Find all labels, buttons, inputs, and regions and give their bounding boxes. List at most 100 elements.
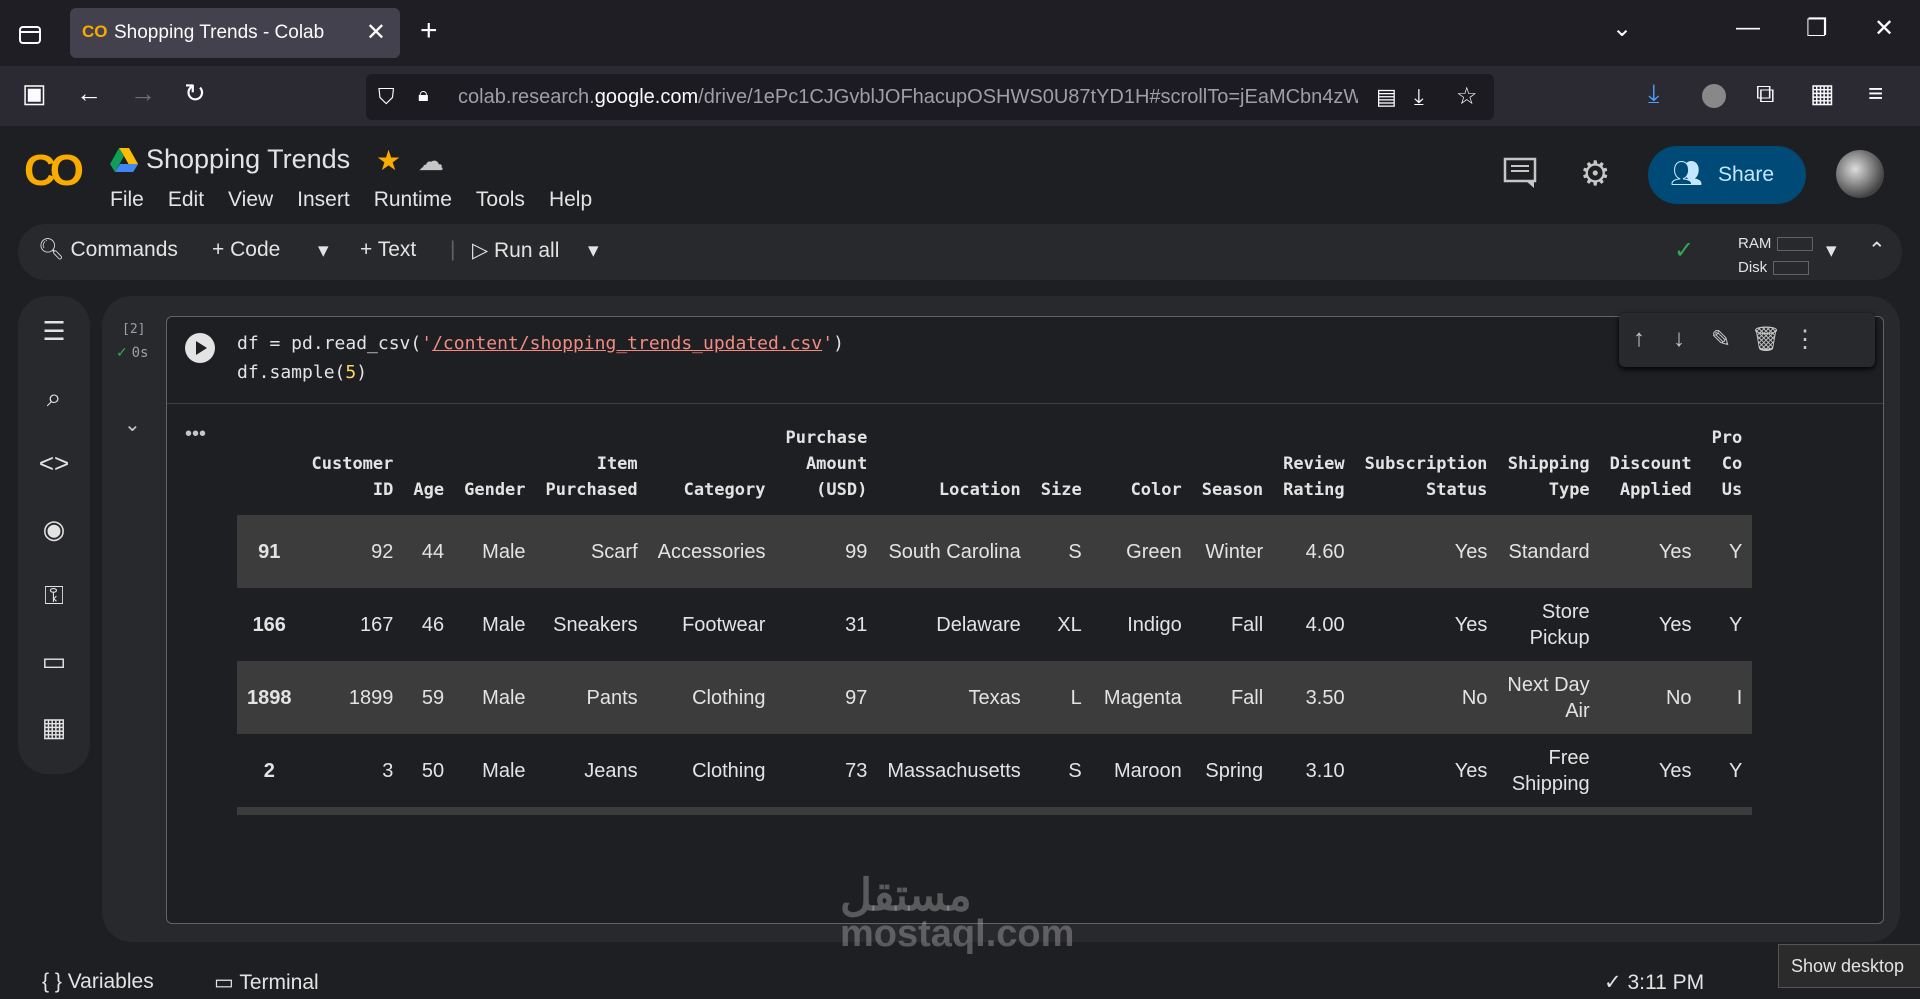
close-window-button[interactable]: ✕ [1874,14,1894,43]
table-cell: Y [1701,588,1753,661]
code-snippets-icon[interactable]: <> [36,448,72,484]
lock-icon[interactable]: 🔒︎ [418,84,429,107]
forward-icon[interactable]: → [130,78,156,109]
more-options-icon[interactable]: ⋮ [1793,325,1817,354]
run-all-dropdown-icon[interactable]: ▾ [588,238,599,263]
menu-help[interactable]: Help [549,188,592,212]
colab-header: CO Shopping Trends ★ ☁ File Edit View In… [0,126,1920,222]
left-sidebar: ☰ ⌕ <> ◉ ⚿ ▭ ▦ [18,296,90,774]
search-icon: 🔍︎ [38,238,65,261]
extensions-icon[interactable]: ⧉ [1756,78,1775,110]
table-cell: 59 [403,661,455,734]
edit-pencil-icon[interactable]: ✎ [1711,325,1731,354]
secrets-key-icon[interactable]: ⚿ [36,580,72,616]
menu-runtime[interactable]: Runtime [374,188,452,212]
table-cell: Clothing [647,734,776,807]
add-text-button[interactable]: + Text [360,238,416,262]
add-code-button[interactable]: + Code [212,238,280,262]
downloads-icon[interactable]: ⤓ [1648,78,1660,110]
account-icon[interactable] [1702,84,1726,108]
data-table-icon[interactable]: ▦ [36,712,72,748]
terminal-button[interactable]: ▭ Terminal [214,970,319,995]
csv-path-link[interactable]: /content/shopping_trends_updated.csv [432,333,822,354]
run-all-button[interactable]: ▷ Run all [472,238,559,263]
app-menu-icon[interactable]: ≡ [1868,78,1883,109]
run-cell-button[interactable] [185,333,215,363]
code-dropdown-icon[interactable]: ▾ [318,238,329,263]
move-up-icon[interactable]: ↑ [1633,325,1645,353]
url-text: colab.research.google.com/drive/1ePc1CJG… [458,86,1358,108]
menu-file[interactable]: File [110,188,144,212]
extension-icon[interactable]: ▦ [1810,78,1835,109]
code-editor[interactable]: df = pd.read_csv('/content/shopping_tren… [237,329,844,387]
menu-edit[interactable]: Edit [168,188,204,212]
variable-inspector-icon[interactable]: ◉ [36,514,72,550]
bookmark-star-icon[interactable]: ☆ [1456,82,1478,111]
menu-insert[interactable]: Insert [297,188,350,212]
browser-tab[interactable]: CO Shopping Trends - Colab ✕ [70,8,400,58]
files-folder-icon[interactable]: ▭ [36,646,72,682]
table-row: 1898 1899 59 Male Pants Clothing 97 Texas L Magen… [237,661,1753,734]
table-cell: Magenta [1091,661,1192,734]
table-cell: 167 [301,588,404,661]
move-down-icon[interactable]: ↓ [1673,325,1685,353]
minimize-button[interactable]: — [1736,14,1760,42]
table-cell: No [1599,807,1702,815]
menu-tools[interactable]: Tools [476,188,525,212]
new-tab-button[interactable]: + [420,14,438,48]
table-cell: Yes [1599,734,1702,807]
table-cell: Male [454,661,536,734]
collapse-output-icon[interactable]: ⌄ [124,412,141,437]
output-actions-icon[interactable]: ••• [185,423,206,446]
notebook-title[interactable]: Shopping Trends [146,144,350,175]
star-icon[interactable]: ★ [376,144,401,177]
column-header: Shipping Type [1507,454,1590,500]
column-header: Item Purchased [545,454,638,500]
commands-button[interactable]: 🔍︎ Commands [38,238,178,262]
table-cell: Free Shipping [1497,734,1600,807]
back-icon[interactable]: ← [76,78,102,109]
variables-button[interactable]: { } Variables [42,970,154,994]
execution-count: [2] [122,322,146,337]
show-desktop-tooltip: Show desktop [1778,944,1920,988]
url-bar[interactable]: ⛉ 🔒︎ colab.research.google.com/drive/1eP… [366,74,1494,120]
notebook-toolbar: 🔍︎ Commands + Code ▾ + Text | ▷ Run all … [18,224,1902,280]
table-cell: Yes [1354,515,1498,588]
settings-gear-icon[interactable]: ⚙ [1580,154,1610,194]
menu-bar: File Edit View Insert Runtime Tools Help [110,188,592,212]
row-index: 2 [237,734,302,807]
restore-button[interactable]: ❐ [1806,14,1828,43]
table-of-contents-icon[interactable]: ☰ [36,316,72,352]
sidebar-toggle-icon[interactable]: ▣ [22,78,47,109]
delete-trash-icon[interactable]: 🗑︎ [1751,325,1781,354]
table-cell: Charcoal [1091,807,1192,815]
cell-toolbar: ↑ ↓ ✎ 🗑︎ ⋮ [1619,313,1875,367]
table-cell: 1899 [301,661,404,734]
comment-icon[interactable] [1502,156,1538,190]
cloud-saved-icon[interactable]: ☁ [418,146,444,177]
table-cell: South Carolina [877,515,1031,588]
column-header: Category [683,480,766,500]
save-page-icon[interactable]: ⤓ [1414,84,1424,110]
share-button[interactable]: 👥︎ Share [1648,146,1806,204]
tab-close-icon[interactable]: ✕ [366,18,386,47]
table-cell: 3.30 [1273,807,1355,815]
collapse-header-icon[interactable]: ⌃ [1868,238,1886,263]
resource-monitor[interactable]: RAM Disk [1738,232,1814,280]
reload-icon[interactable]: ↻ [184,78,206,109]
column-header: Age [413,480,445,500]
column-header: Discount Applied [1609,454,1692,500]
menu-view[interactable]: View [228,188,273,212]
shield-icon[interactable]: ⛉ [378,84,395,110]
code-cell[interactable]: df = pd.read_csv('/content/shopping_tren… [166,313,1884,924]
column-header: Size [1040,480,1082,500]
tab-list-icon[interactable] [14,18,46,50]
tab-overflow-icon[interactable]: ⌄ [1612,14,1632,43]
reader-view-icon[interactable]: ▤ [1376,84,1397,110]
runtime-dropdown-icon[interactable]: ▾ [1826,238,1837,263]
table-cell: Fall [1191,588,1274,661]
table-cell: Male [454,734,536,807]
find-replace-icon[interactable]: ⌕ [36,382,72,418]
colab-logo[interactable]: CO [24,146,84,196]
user-avatar[interactable] [1836,150,1884,198]
